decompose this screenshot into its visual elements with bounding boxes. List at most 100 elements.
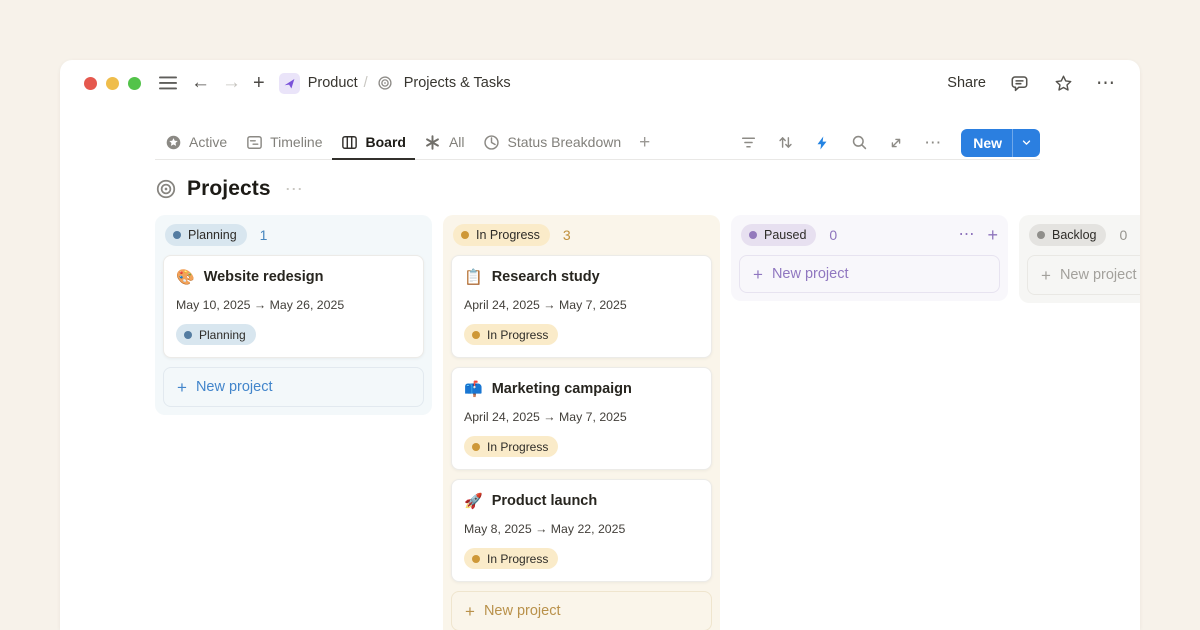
tab-timeline[interactable]: Timeline: [236, 126, 331, 160]
plus-icon: +: [1041, 267, 1051, 284]
project-card[interactable]: 📋 Research study April 24, 2025 → May 7,…: [451, 255, 712, 358]
card-date-range: April 24, 2025 → May 7, 2025: [464, 410, 699, 424]
status-pill-paused[interactable]: Paused: [741, 224, 816, 246]
column-backlog: Backlog 0 + New project: [1019, 215, 1140, 303]
all-view-icon: [424, 133, 442, 151]
column-in-progress: In Progress 3 📋 Research study April 24,…: [443, 215, 720, 630]
card-date-range: May 10, 2025 → May 26, 2025: [176, 298, 411, 312]
view-toolbar: Active Timeline Board All: [155, 126, 1040, 160]
plus-icon: +: [465, 603, 475, 620]
chevron-down-icon[interactable]: [1013, 137, 1040, 148]
card-title: Research study: [492, 269, 600, 285]
more-options-icon[interactable]: ⋯: [1096, 74, 1116, 93]
minimize-window-button[interactable]: [106, 77, 119, 90]
search-icon[interactable]: [850, 134, 868, 152]
project-card[interactable]: 🎨 Website redesign May 10, 2025 → May 26…: [163, 255, 424, 358]
status-dot: [1037, 231, 1045, 239]
status-pill-planning[interactable]: Planning: [165, 224, 247, 246]
new-project-button[interactable]: + New project: [163, 367, 424, 407]
status-pill-in-progress[interactable]: In Progress: [453, 224, 550, 246]
status-dot: [173, 231, 181, 239]
back-icon[interactable]: ←: [191, 72, 210, 94]
view-controls: ⋯ New: [739, 129, 1040, 157]
new-project-button[interactable]: + New project: [451, 591, 712, 630]
column-count: 0: [1119, 227, 1127, 243]
traffic-lights: [84, 77, 141, 90]
card-title: Marketing campaign: [492, 381, 632, 397]
project-card[interactable]: 📫 Marketing campaign April 24, 2025 → Ma…: [451, 367, 712, 470]
tab-label: Status Breakdown: [508, 134, 622, 150]
status-dot: [749, 231, 757, 239]
sidebar-toggle-icon[interactable]: [157, 72, 179, 94]
status-label: Planning: [199, 328, 246, 342]
status-dot: [472, 555, 480, 563]
card-date-range: April 24, 2025 → May 7, 2025: [464, 298, 699, 312]
forward-icon[interactable]: →: [222, 72, 241, 94]
status-label: Planning: [188, 228, 237, 242]
new-project-label: New project: [772, 266, 849, 282]
page-title-row: Projects ⋯: [155, 172, 1140, 206]
view-more-icon[interactable]: ⋯: [924, 134, 942, 151]
column-paused: Paused 0 ⋯ + + New project: [731, 215, 1008, 301]
comments-icon[interactable]: [1008, 72, 1030, 94]
column-count: 3: [563, 227, 571, 243]
status-label: In Progress: [487, 328, 548, 342]
view-tabs: Active Timeline Board All: [155, 126, 659, 159]
workspace-logo-icon[interactable]: [279, 73, 300, 94]
page-title: Projects: [187, 177, 271, 201]
tab-label: Timeline: [270, 134, 322, 150]
column-header: Backlog 0: [1027, 223, 1140, 247]
status-label: In Progress: [487, 440, 548, 454]
column-actions: ⋯ +: [958, 226, 998, 244]
column-add-icon[interactable]: +: [987, 226, 998, 244]
card-status-pill: In Progress: [464, 324, 558, 345]
tab-board[interactable]: Board: [332, 126, 415, 160]
breadcrumb-workspace[interactable]: Product: [308, 75, 358, 91]
add-view-icon[interactable]: +: [630, 126, 659, 159]
new-project-button[interactable]: + New project: [1027, 255, 1140, 295]
expand-icon[interactable]: [887, 134, 905, 152]
tab-active[interactable]: Active: [155, 126, 236, 160]
close-window-button[interactable]: [84, 77, 97, 90]
projects-target-icon: [155, 178, 177, 200]
card-status-pill: In Progress: [464, 436, 558, 457]
zoom-window-button[interactable]: [128, 77, 141, 90]
card-status-pill: In Progress: [464, 548, 558, 569]
automations-bolt-icon[interactable]: [813, 134, 831, 152]
page-title-more-icon[interactable]: ⋯: [285, 179, 304, 200]
card-emoji: 📋: [464, 270, 483, 285]
card-emoji: 🚀: [464, 494, 483, 509]
status-dot: [461, 231, 469, 239]
new-project-label: New project: [196, 379, 273, 395]
new-project-label: New project: [484, 603, 561, 619]
filter-icon[interactable]: [739, 134, 757, 152]
column-more-icon[interactable]: ⋯: [958, 227, 975, 243]
new-tab-icon[interactable]: +: [253, 72, 265, 95]
new-button-label: New: [961, 135, 1012, 151]
card-title: Product launch: [492, 493, 598, 509]
project-card[interactable]: 🚀 Product launch May 8, 2025 → May 22, 2…: [451, 479, 712, 582]
timeline-view-icon: [245, 133, 263, 151]
share-button[interactable]: Share: [947, 75, 986, 91]
column-header: In Progress 3: [451, 223, 712, 247]
status-dot: [472, 443, 480, 451]
board-view-icon: [341, 133, 359, 151]
titlebar: ← → + Product / Projects & Tasks Share: [60, 60, 1140, 106]
status-pill-backlog[interactable]: Backlog: [1029, 224, 1106, 246]
status-label: Paused: [764, 228, 806, 242]
active-view-icon: [164, 133, 182, 151]
kanban-board: Planning 1 🎨 Website redesign May 10, 20…: [60, 215, 1140, 630]
favorite-star-icon[interactable]: [1052, 72, 1074, 94]
tab-all[interactable]: All: [415, 126, 474, 160]
breadcrumb-page[interactable]: Projects & Tasks: [404, 75, 511, 91]
new-button[interactable]: New: [961, 129, 1040, 157]
sort-icon[interactable]: [776, 134, 794, 152]
new-project-label: New project: [1060, 267, 1137, 283]
status-label: In Progress: [487, 552, 548, 566]
card-emoji: 📫: [464, 382, 483, 397]
tab-status-breakdown[interactable]: Status Breakdown: [474, 126, 631, 160]
new-project-button[interactable]: + New project: [739, 255, 1000, 293]
app-window: ← → + Product / Projects & Tasks Share: [60, 60, 1140, 630]
status-dot: [472, 331, 480, 339]
plus-icon: +: [753, 266, 763, 283]
